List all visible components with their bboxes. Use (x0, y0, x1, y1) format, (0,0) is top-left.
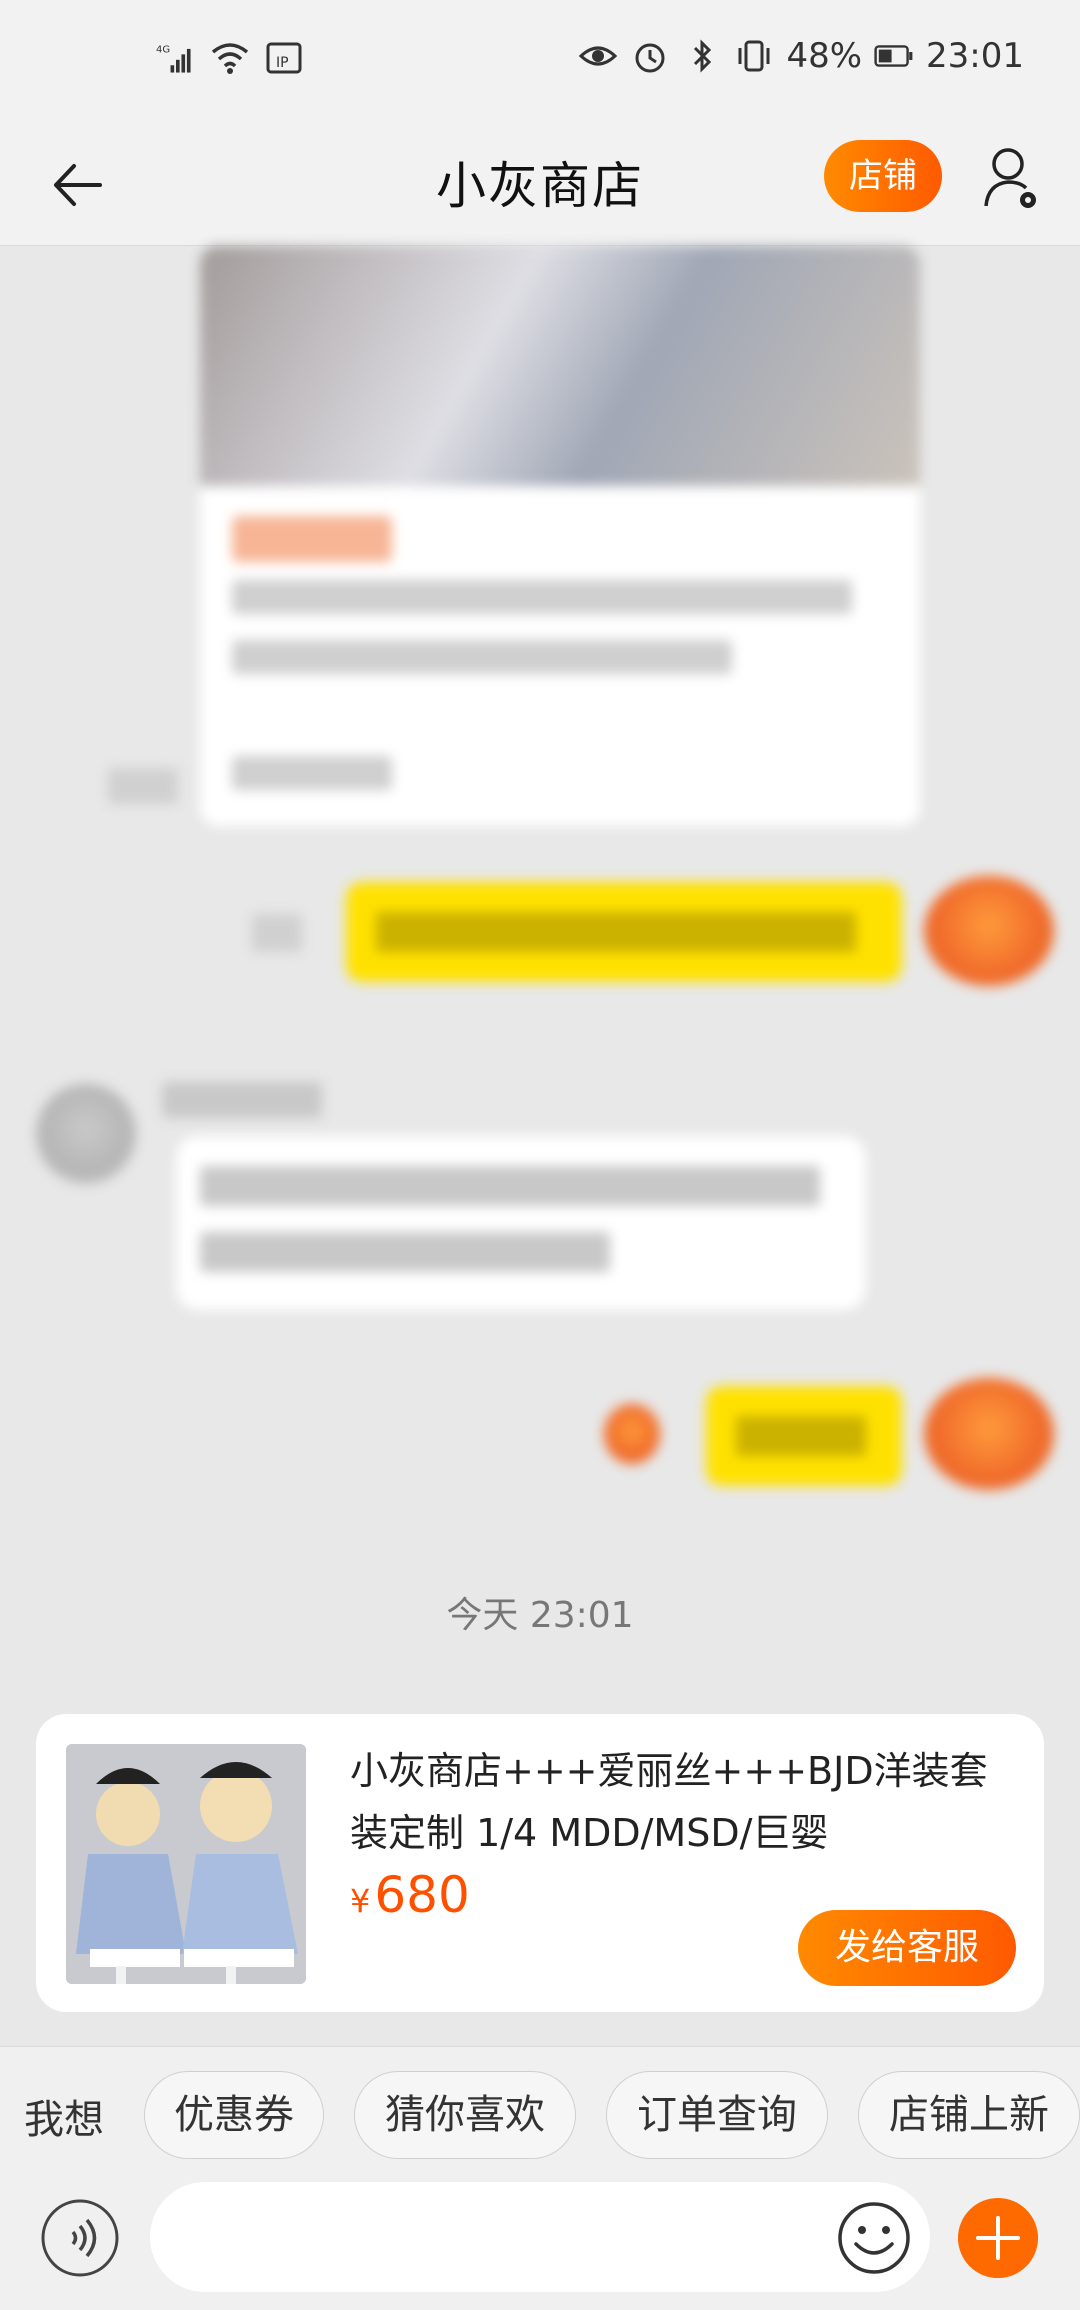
quick-reply-lead: 我想 (24, 2097, 104, 2143)
product-image[interactable] (66, 1744, 306, 1984)
message-input[interactable] (150, 2182, 930, 2292)
chip-order-query[interactable]: 订单查询 (606, 2071, 828, 2159)
shared-card-line (232, 580, 852, 614)
shared-card-line (232, 640, 732, 674)
avatar[interactable] (924, 876, 1054, 986)
chat-header: 小灰商店 店铺 (0, 124, 1080, 246)
shop-button[interactable]: 店铺 (824, 140, 942, 212)
input-bar (0, 2182, 1080, 2310)
plus-icon[interactable] (958, 2198, 1038, 2278)
alarm-icon (635, 43, 665, 73)
user-gear-icon[interactable] (982, 142, 1042, 214)
svg-text:IP: IP (276, 55, 289, 71)
message-text (200, 1166, 820, 1206)
quick-reply-bar: 我想 优惠券 猜你喜欢 订单查询 店铺上新 (0, 2046, 1080, 2182)
message-text (200, 1232, 610, 1272)
battery-icon (874, 45, 913, 67)
message-text (736, 1416, 866, 1456)
svg-text:4G: 4G (156, 45, 170, 56)
bluetooth-icon (694, 39, 712, 73)
read-status (252, 914, 302, 952)
shared-card-tag (232, 516, 392, 562)
shop-message-bubble[interactable] (176, 1136, 866, 1310)
product-card[interactable]: 小灰商店+++爱丽丝+++BJD洋装套装定制 1/4 MDD/MSD/巨婴 ¥6… (36, 1714, 1044, 2012)
battery-percent: 48% (786, 36, 863, 76)
message-text (376, 912, 856, 952)
price-value: 680 (374, 1866, 470, 1924)
avatar[interactable] (36, 1084, 136, 1184)
voice-icon[interactable] (40, 2198, 120, 2278)
vibrate-icon (738, 40, 770, 72)
my-message-bubble[interactable] (346, 882, 902, 982)
sticker (604, 1404, 660, 1464)
smile-icon[interactable] (836, 2200, 912, 2276)
chat-timestamp: 今天 23:01 (446, 1595, 634, 1636)
doll-illustration (66, 1744, 306, 1984)
wifi-icon (211, 43, 249, 74)
screen-cast-icon: IP (266, 42, 302, 74)
product-title[interactable]: 小灰商店+++爱丽丝+++BJD洋装套装定制 1/4 MDD/MSD/巨婴 (350, 1740, 1010, 1864)
chip-recommend[interactable]: 猜你喜欢 (354, 2071, 576, 2159)
chip-coupon[interactable]: 优惠券 (144, 2071, 324, 2159)
status-bar: 4G IP 48% 23:01 (0, 0, 1080, 124)
chip-new-arrivals[interactable]: 店铺上新 (858, 2071, 1080, 2159)
status-right: 48% 23:01 (578, 36, 1024, 76)
avatar[interactable] (924, 1378, 1054, 1490)
shared-card-line (232, 756, 392, 790)
shared-card-image (200, 246, 920, 486)
my-message-bubble[interactable] (706, 1386, 902, 1486)
price-currency: ¥ (350, 1882, 371, 1920)
shared-card[interactable] (200, 246, 920, 826)
status-time: 23:01 (926, 36, 1024, 76)
read-status (108, 768, 178, 804)
cellular-signal-icon: 4G (156, 45, 191, 73)
eye-comfort-icon (579, 46, 618, 66)
sender-name (162, 1082, 322, 1118)
status-left: 4G IP (156, 40, 304, 76)
send-to-service-button[interactable]: 发给客服 (798, 1910, 1016, 1986)
product-price: ¥680 (350, 1866, 470, 1924)
